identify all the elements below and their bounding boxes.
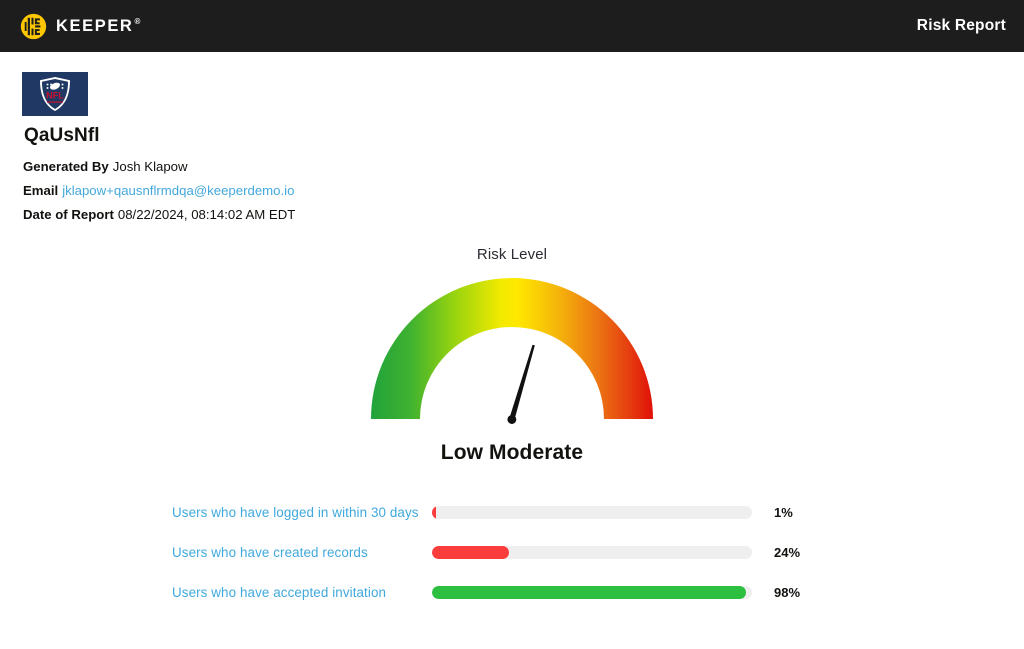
metric-label: Users who have logged in within 30 days	[172, 504, 419, 520]
metric-fill	[432, 585, 746, 599]
meta-key-generated-by: Generated By	[23, 159, 109, 174]
meta-key-date-of-report: Date of Report	[23, 207, 114, 222]
metric-label: Users who have accepted invitation	[172, 584, 387, 600]
metric-track	[432, 545, 752, 559]
metric-value: 24%	[774, 544, 801, 560]
keeper-logo-icon	[20, 13, 47, 40]
organization-name: QaUsNfl	[24, 125, 100, 146]
brand-name-text: KEEPER	[56, 16, 134, 35]
nfl-shield-logo: NFL	[22, 72, 88, 116]
gauge-needle	[507, 344, 535, 424]
meta-key-email: Email	[23, 183, 59, 198]
risk-gauge: Risk Level Low Moderate	[0, 246, 1024, 465]
metric-row: Users who have logged in within 30 days …	[0, 492, 1024, 532]
meta-row-date-of-report: Date of Report 08/22/2024, 08:14:02 AM ED…	[23, 207, 295, 222]
gauge-title: Risk Level	[476, 246, 548, 263]
meta-row-generated-by: Generated By Josh Klapow	[23, 159, 295, 174]
brand-trademark: ®	[134, 16, 141, 26]
app-header: KEEPER ® Risk Report	[0, 0, 1024, 52]
gauge-svg	[371, 278, 653, 424]
metrics-list: Users who have logged in within 30 days …	[0, 492, 1024, 612]
gauge-arc	[371, 278, 653, 419]
brand-name: KEEPER ®	[56, 17, 140, 36]
metric-row: Users who have accepted invitation 98%	[0, 572, 1024, 612]
report-meta: NFL QaUsNfl Generated By Josh Klapow Emai…	[22, 72, 295, 231]
metric-track	[432, 585, 752, 599]
page-title: Risk Report	[916, 17, 1006, 34]
metric-row: Users who have created records 24%	[0, 532, 1024, 572]
metric-fill	[432, 545, 509, 559]
metric-fill	[432, 505, 436, 519]
metric-label: Users who have created records	[172, 544, 368, 560]
metric-value: 98%	[774, 584, 801, 600]
meta-value-generated-by: Josh Klapow	[112, 159, 188, 174]
metric-track	[432, 505, 752, 519]
brand-logo: KEEPER ®	[20, 13, 140, 40]
meta-row-email: Email jklapow+qausnflrmdqa@keeperdemo.io	[23, 183, 295, 198]
meta-value-date-of-report: 08/22/2024, 08:14:02 AM EDT	[117, 207, 296, 222]
svg-text:NFL: NFL	[46, 91, 64, 101]
gauge-level-label: Low Moderate	[440, 441, 584, 464]
metric-value: 1%	[774, 504, 793, 520]
meta-value-email[interactable]: jklapow+qausnflrmdqa@keeperdemo.io	[62, 183, 294, 198]
